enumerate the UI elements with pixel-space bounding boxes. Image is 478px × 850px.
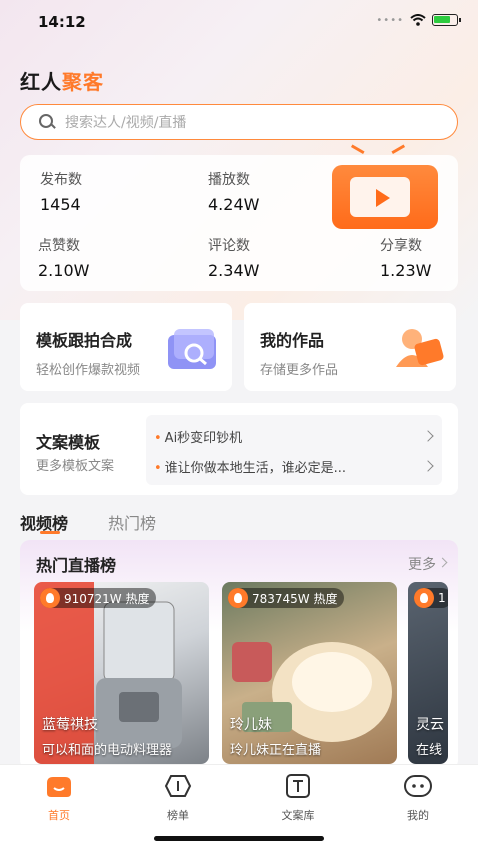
wifi-icon — [410, 14, 426, 26]
live-card[interactable]: 910721W 热度 蓝莓祺技 可以和面的电动料理器 — [34, 582, 209, 764]
template-camera-icon — [168, 329, 216, 369]
live-streamer-name: 灵云 — [416, 717, 444, 733]
status-time: 14:12 — [38, 13, 86, 31]
search-input[interactable]: 搜索达人/视频/直播 — [20, 104, 458, 140]
live-streamer-name: 玲儿妹 — [230, 717, 272, 733]
home-icon — [47, 777, 71, 797]
battery-icon — [432, 14, 461, 26]
search-placeholder: 搜索达人/视频/直播 — [65, 115, 187, 131]
stats-panel: 发布数 1454 播放数 4.24W 点赞数 2.10W 评论数 2.34W 分… — [20, 144, 458, 291]
live-description: 玲儿妹正在直播 — [230, 743, 322, 758]
tabbar-text-library[interactable]: 文案库 — [258, 773, 338, 823]
heat-badge: 783745W 热度 — [228, 588, 344, 608]
tabbar-profile[interactable]: 我的 — [378, 773, 458, 823]
copy-template-item[interactable]: • 谁让你做本地生活，谁必定是... — [154, 457, 434, 476]
live-card[interactable]: 1 灵云 在线 — [408, 582, 448, 764]
search-icon — [39, 114, 55, 130]
chevron-right-icon — [437, 557, 448, 568]
home-indicator — [154, 836, 324, 841]
active-tab-indicator — [40, 531, 60, 534]
live-description: 可以和面的电动料理器 — [42, 743, 173, 758]
stat-plays: 播放数 4.24W — [208, 172, 260, 214]
template-shoot-card[interactable]: 模板跟拍合成 轻松创作爆款视频 — [20, 303, 232, 391]
my-works-card[interactable]: 我的作品 存储更多作品 — [244, 303, 456, 391]
ranking-icon — [164, 775, 192, 797]
stat-publish: 发布数 1454 — [40, 172, 82, 214]
tab-hot-ranking[interactable]: 热门榜 — [108, 510, 156, 534]
tabbar-ranking[interactable]: 榜单 — [138, 773, 218, 823]
live-streamer-name: 蓝莓祺技 — [42, 717, 98, 733]
stat-likes: 点赞数 2.10W — [38, 238, 90, 280]
profile-icon — [404, 775, 432, 797]
stat-shares: 分享数 1.23W — [380, 238, 432, 280]
live-description: 在线 — [416, 743, 443, 758]
copy-template-list: • Ai秒变印钞机 • 谁让你做本地生活，谁必定是... — [146, 415, 442, 485]
stat-comments: 评论数 2.34W — [208, 238, 260, 280]
copy-template-card[interactable]: 文案模板 更多模板文案 • Ai秒变印钞机 • 谁让你做本地生活，谁必定是... — [20, 403, 458, 495]
hot-live-title: 热门直播榜 — [36, 556, 117, 575]
copy-template-item[interactable]: • Ai秒变印钞机 — [154, 427, 434, 446]
flame-icon — [414, 588, 434, 608]
food-dish-image — [232, 642, 392, 742]
food-processor-image — [34, 582, 182, 764]
tabbar-home[interactable]: 首页 — [19, 773, 99, 823]
flame-icon — [228, 588, 248, 608]
flame-icon — [40, 588, 60, 608]
works-folder-icon — [396, 329, 444, 367]
more-link[interactable]: 更多 — [408, 554, 436, 574]
video-tv-icon — [326, 144, 438, 229]
text-library-icon — [286, 774, 310, 798]
heat-badge: 1 — [414, 588, 448, 608]
app-logo: 红人聚客 — [20, 70, 104, 94]
signal-icon: •••• — [376, 14, 404, 26]
status-bar: 14:12 •••• — [0, 0, 478, 44]
live-card[interactable]: 783745W 热度 玲儿妹 玲儿妹正在直播 — [222, 582, 397, 764]
heat-badge: 910721W 热度 — [40, 588, 156, 608]
